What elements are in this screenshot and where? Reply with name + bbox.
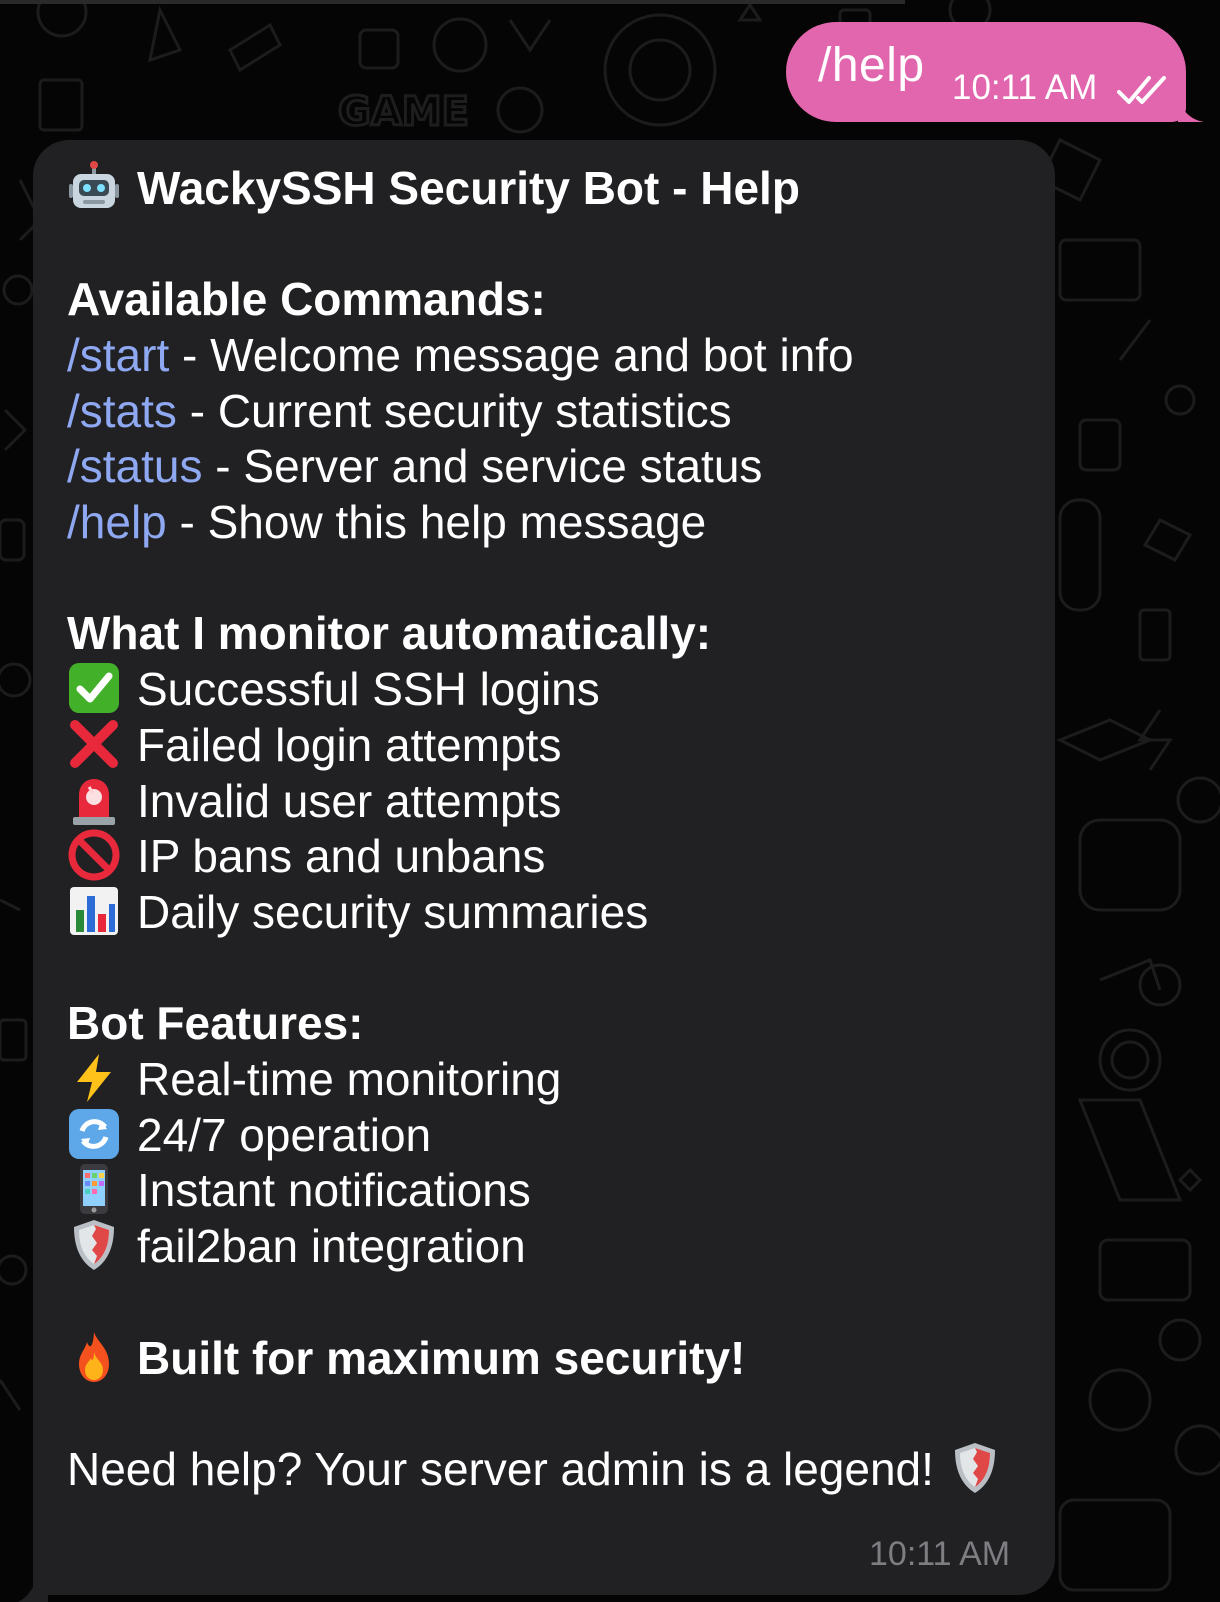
monitor-item: IP bans and unbans <box>67 828 545 884</box>
double-check-icon <box>1117 76 1166 104</box>
commands-heading: Available Commands: <box>67 273 546 325</box>
lightning-icon <box>67 1051 121 1105</box>
incoming-message-time: 10:11 AM <box>869 1535 1011 1573</box>
footer-line: Need help? Your server admin is a legend… <box>67 1441 1002 1497</box>
monitor-item-text: Invalid user attempts <box>137 775 562 827</box>
closing-line: Built for maximum security! <box>67 1330 745 1386</box>
incoming-message-bubble[interactable]: WackySSH Security Bot - Help Available C… <box>33 140 1055 1595</box>
footer-text: Need help? Your server admin is a legend… <box>67 1443 934 1495</box>
siren-icon <box>67 773 121 827</box>
closing-text: Built for maximum security! <box>137 1332 746 1384</box>
monitor-item: Successful SSH logins <box>67 661 600 717</box>
command-description: - Welcome message and bot info <box>169 329 854 381</box>
feature-item-text: Real-time monitoring <box>137 1053 562 1105</box>
feature-item-text: fail2ban integration <box>137 1220 526 1272</box>
monitor-item-text: IP bans and unbans <box>137 830 546 882</box>
command-item: /stats - Current security statistics <box>67 383 732 439</box>
fire-icon <box>67 1330 121 1384</box>
refresh-icon <box>67 1107 121 1161</box>
message-title: WackySSH Security Bot - Help <box>137 162 800 214</box>
feature-item: fail2ban integration <box>67 1218 526 1274</box>
command-item: /start - Welcome message and bot info <box>67 327 854 383</box>
monitor-item-text: Successful SSH logins <box>137 663 600 715</box>
feature-item-text: 24/7 operation <box>137 1109 432 1161</box>
check-mark-icon <box>67 661 121 715</box>
shield-icon <box>67 1218 121 1272</box>
phone-icon <box>67 1162 121 1216</box>
monitor-item-text: Failed login attempts <box>137 719 562 771</box>
shield-icon <box>948 1441 1002 1495</box>
bar-chart-icon <box>67 884 121 938</box>
command-link-help[interactable]: /help <box>67 496 167 548</box>
feature-item: Real-time monitoring <box>67 1051 561 1107</box>
monitor-item: Daily security summaries <box>67 884 648 940</box>
command-description: - Show this help message <box>166 496 707 548</box>
command-description: - Server and service status <box>202 440 763 492</box>
monitor-heading: What I monitor automatically: <box>67 607 712 659</box>
feature-item: 24/7 operation <box>67 1107 431 1163</box>
command-link-status[interactable]: /status <box>67 440 203 492</box>
command-description: - Current security statistics <box>176 385 732 437</box>
robot-icon <box>67 160 121 214</box>
feature-item: Instant notifications <box>67 1162 531 1218</box>
command-link-stats[interactable]: /stats <box>67 385 177 437</box>
top-divider <box>0 0 905 4</box>
outgoing-message-time: 10:11 AM <box>952 68 1098 107</box>
command-item: /help - Show this help message <box>67 494 706 550</box>
monitor-item: Failed login attempts <box>67 717 561 773</box>
monitor-item-text: Daily security summaries <box>137 886 649 938</box>
svg-text:GAME: GAME <box>338 89 469 135</box>
command-item: /status - Server and service status <box>67 438 762 494</box>
no-entry-icon <box>67 828 121 882</box>
feature-item-text: Instant notifications <box>137 1164 531 1216</box>
outgoing-message-bubble[interactable]: /help 10:11 AM <box>786 22 1186 122</box>
command-link-start[interactable]: /start <box>67 329 169 381</box>
monitor-item: Invalid user attempts <box>67 773 561 829</box>
features-heading: Bot Features: <box>67 997 364 1049</box>
message-title-line: WackySSH Security Bot - Help <box>67 160 800 216</box>
cross-mark-icon <box>67 717 121 771</box>
outgoing-message-text: /help <box>818 39 925 92</box>
